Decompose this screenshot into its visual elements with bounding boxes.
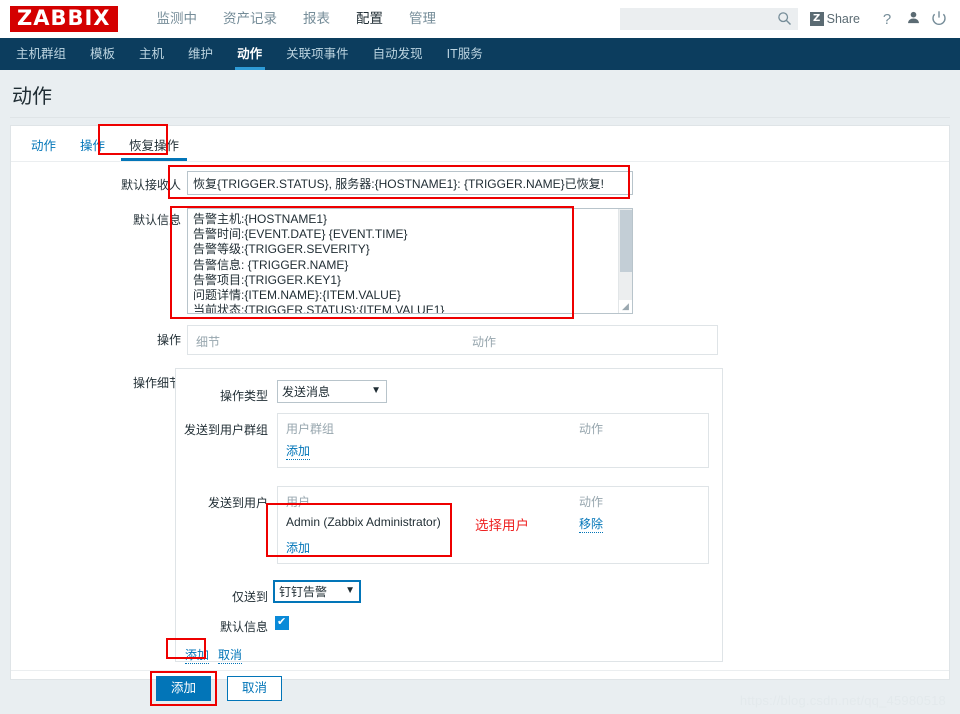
users-col-action: 动作 (579, 495, 604, 509)
menu-item-inventory[interactable]: 资产记录 (210, 0, 290, 38)
zabbix-page: ZABBIX 监测中 资产记录 报表 配置 管理 Z Share ? 主机群组 … (0, 0, 960, 714)
operation-add-link[interactable]: 添加 (185, 646, 210, 664)
tab-action[interactable]: 动作 (19, 131, 68, 161)
tab-operations[interactable]: 操作 (68, 131, 117, 161)
share-label: Share (826, 12, 860, 26)
textarea-resize-grip[interactable]: ◢ (619, 300, 632, 313)
default-message-wrapper: 告警主机:{HOSTNAME1} 告警时间:{EVENT.DATE} {EVEN… (187, 208, 633, 314)
add-user-group-link[interactable]: 添加 (286, 442, 311, 460)
subnav-item-actions[interactable]: 动作 (225, 38, 274, 70)
search-box[interactable] (619, 8, 798, 30)
subnav-item-templates[interactable]: 模板 (78, 38, 127, 70)
default-subject-input[interactable] (187, 171, 633, 195)
add-user-link[interactable]: 添加 (286, 539, 311, 557)
remove-user-link[interactable]: 移除 (579, 515, 604, 533)
add-button[interactable]: 添加 (156, 676, 212, 701)
user-groups-col-group: 用户群组 (286, 422, 335, 436)
send-only-to-select[interactable]: 钉钉告警 (273, 580, 361, 603)
help-icon[interactable]: ? (874, 11, 900, 28)
operation-details-label: 操作细节 (132, 376, 181, 390)
default-message-label: 默认信息 (132, 213, 181, 227)
search-input[interactable] (625, 9, 776, 29)
default-message-checkbox[interactable] (275, 615, 289, 630)
subnav-item-host-groups[interactable]: 主机群组 (4, 38, 78, 70)
cancel-button[interactable]: 取消 (227, 676, 283, 701)
menu-pointer-arrow (343, 38, 361, 46)
operations-col-details: 细节 (196, 335, 221, 349)
send-to-user-groups-label: 发送到用户群组 (183, 423, 268, 437)
subnav-item-maintenance[interactable]: 维护 (176, 38, 225, 70)
tabs-divider (11, 161, 949, 162)
subnav-item-hosts[interactable]: 主机 (127, 38, 176, 70)
operation-type-select[interactable]: 发送消息 (277, 380, 387, 403)
operation-cancel-link[interactable]: 取消 (218, 646, 243, 664)
user-profile-icon[interactable] (900, 10, 926, 28)
menu-item-configuration[interactable]: 配置 (343, 0, 396, 38)
menu-item-reports[interactable]: 报表 (290, 0, 343, 38)
zabbix-logo[interactable]: ZABBIX (10, 6, 118, 32)
footer-divider (11, 670, 949, 671)
menu-item-monitoring[interactable]: 监测中 (144, 0, 211, 38)
header-right-tools: Z Share ? (619, 0, 952, 38)
annotation-select-user-text: 选择用户 (475, 518, 529, 533)
message-scrollbar[interactable] (618, 209, 632, 313)
sub-navigation: 主机群组 模板 主机 维护 动作 关联项事件 自动发现 IT服务 (0, 38, 960, 70)
tab-recovery-operations[interactable]: 恢复操作 (117, 131, 191, 161)
search-icon[interactable] (777, 11, 792, 29)
form-tabs: 动作 操作 恢复操作 (19, 133, 191, 161)
subnav-item-discovery[interactable]: 自动发现 (361, 38, 435, 70)
send-only-to-label: 仅送到 (231, 590, 268, 604)
operations-label: 操作 (156, 333, 181, 347)
users-col-user: 用户 (286, 495, 311, 509)
main-menu: 监测中 资产记录 报表 配置 管理 (144, 0, 450, 38)
top-header: ZABBIX 监测中 资产记录 报表 配置 管理 Z Share ? (0, 0, 960, 38)
user-row-name: Admin (Zabbix Administrator) (286, 515, 441, 529)
subnav-item-services[interactable]: IT服务 (435, 38, 495, 70)
help-glyph: ? (882, 10, 892, 28)
user-groups-table: 用户群组 动作 添加 (277, 413, 709, 468)
user-groups-col-action: 动作 (579, 422, 604, 436)
operations-col-action: 动作 (472, 335, 497, 349)
default-message-textarea[interactable]: 告警主机:{HOSTNAME1} 告警时间:{EVENT.DATE} {EVEN… (187, 208, 633, 314)
menu-item-administration[interactable]: 管理 (396, 0, 449, 38)
title-divider (10, 117, 950, 118)
operations-table: 细节 动作 (187, 325, 718, 355)
zabbix-share-badge-icon: Z (809, 12, 824, 26)
sign-out-power-icon[interactable] (926, 10, 952, 29)
op-default-message-label: 默认信息 (219, 620, 268, 634)
page-title: 动作 (12, 86, 52, 108)
send-to-users-label: 发送到用户 (207, 496, 268, 510)
operation-details-panel: 操作类型 发送消息 ▼ 发送到用户群组 用户群组 动作 添加 发送到用户 用户 … (175, 368, 723, 664)
share-button[interactable]: Z Share (809, 12, 860, 26)
message-scrollbar-thumb[interactable] (620, 210, 632, 272)
operation-type-select-wrapper: 发送消息 ▼ (277, 380, 387, 403)
default-subject-label: 默认接收人 (120, 178, 181, 192)
watermark-text: https://blog.csdn.net/qq_45980518 (739, 693, 946, 708)
operation-type-label: 操作类型 (219, 389, 268, 403)
send-only-to-select-wrapper: 钉钉告警 ▼ (273, 580, 361, 603)
